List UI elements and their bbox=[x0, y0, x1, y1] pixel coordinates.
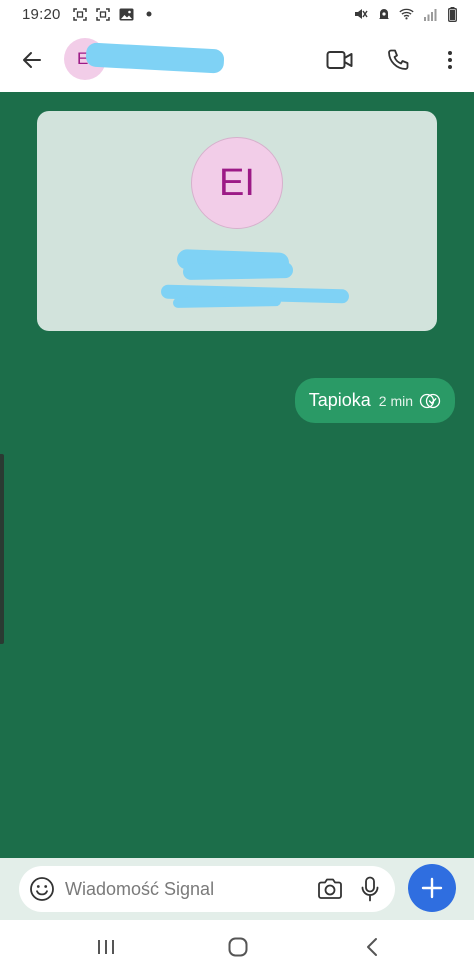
camera-button[interactable] bbox=[315, 874, 345, 904]
conversation-header: EI bbox=[0, 28, 474, 92]
voice-call-button[interactable] bbox=[382, 44, 414, 76]
redaction-mark bbox=[182, 262, 294, 280]
redaction-mark bbox=[172, 296, 282, 308]
status-bar: 19:20 bbox=[0, 0, 474, 28]
contact-info-card: EI bbox=[37, 111, 437, 331]
alarm-icon bbox=[376, 8, 391, 21]
recent-apps-button[interactable] bbox=[91, 932, 121, 962]
more-options-button[interactable] bbox=[440, 44, 460, 76]
message-composer bbox=[19, 866, 395, 912]
phone-icon bbox=[388, 49, 409, 70]
read-receipt-icon bbox=[419, 393, 441, 409]
conversation-area[interactable]: EI Tapioka 2 min bbox=[0, 92, 474, 858]
attach-button[interactable] bbox=[408, 864, 456, 912]
message-input[interactable] bbox=[65, 878, 295, 900]
more-vertical-icon bbox=[448, 51, 452, 69]
recent-apps-icon bbox=[98, 940, 114, 954]
home-icon bbox=[228, 937, 248, 957]
back-nav-button[interactable] bbox=[357, 932, 387, 962]
gallery-icon bbox=[119, 8, 134, 21]
composer-bar bbox=[0, 858, 474, 920]
emoji-button[interactable] bbox=[27, 874, 57, 904]
contact-name-redacted[interactable] bbox=[85, 42, 226, 74]
scroll-indicator[interactable] bbox=[0, 454, 4, 644]
video-call-button[interactable] bbox=[324, 44, 356, 76]
screenshot-icon bbox=[96, 7, 111, 21]
avatar-initials: EI bbox=[219, 161, 255, 204]
contact-card-avatar: EI bbox=[191, 137, 283, 229]
microphone-icon bbox=[361, 876, 379, 902]
wifi-icon bbox=[399, 8, 414, 21]
camera-icon bbox=[318, 878, 342, 899]
redaction-mark bbox=[85, 42, 225, 74]
message-text: Tapioka bbox=[308, 390, 371, 410]
status-time: 19:20 bbox=[22, 5, 61, 23]
status-right bbox=[353, 6, 460, 22]
mute-icon bbox=[353, 8, 368, 21]
battery-icon bbox=[445, 6, 460, 22]
system-navigation-bar bbox=[0, 920, 474, 974]
home-button[interactable] bbox=[223, 932, 253, 962]
plus-icon bbox=[421, 877, 443, 899]
status-left: 19:20 bbox=[22, 6, 157, 23]
outgoing-message-bubble[interactable]: Tapioka 2 min bbox=[294, 378, 455, 423]
voice-note-button[interactable] bbox=[355, 874, 385, 904]
back-button[interactable] bbox=[12, 40, 52, 80]
video-camera-icon bbox=[326, 51, 353, 69]
header-actions bbox=[324, 28, 460, 92]
signal-icon bbox=[422, 8, 437, 21]
arrow-left-icon bbox=[23, 52, 41, 68]
notification-dot-icon bbox=[142, 8, 157, 21]
message-time: 2 min bbox=[378, 392, 413, 409]
smiley-icon bbox=[30, 877, 54, 901]
chevron-left-icon bbox=[367, 938, 377, 956]
screenshot-icon bbox=[73, 7, 88, 21]
